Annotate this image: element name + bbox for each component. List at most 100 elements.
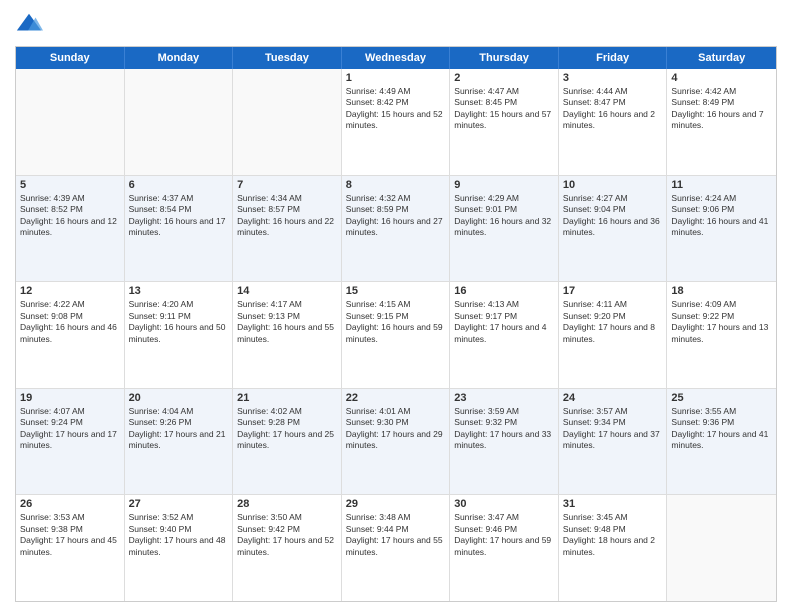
day-info: Sunrise: 3:59 AMSunset: 9:32 PMDaylight:… [454, 406, 554, 452]
day-cell-21: 21Sunrise: 4:02 AMSunset: 9:28 PMDayligh… [233, 389, 342, 495]
day-cell-27: 27 Sunrise: 3:52 AMSunset: 9:40 PMDayligh… [125, 495, 234, 601]
header-day-sunday: Sunday [16, 47, 125, 69]
day-number: 26 [20, 498, 120, 510]
day-cell-10: 10 Sunrise: 4:27 AMSunset: 9:04 PMDayligh… [559, 176, 668, 282]
day-info: Sunrise: 3:52 AMSunset: 9:40 PMDaylight:… [129, 512, 229, 558]
day-number: 15 [346, 285, 446, 297]
day-cell-2: 2 Sunrise: 4:47 AMSunset: 8:45 PMDaylight… [450, 69, 559, 175]
week-row-1: 1 Sunrise: 4:49 AMSunset: 8:42 PMDaylight… [16, 69, 776, 176]
day-cell-31: 31 Sunrise: 3:45 AMSunset: 9:48 PMDayligh… [559, 495, 668, 601]
week-row-5: 26 Sunrise: 3:53 AMSunset: 9:38 PMDayligh… [16, 495, 776, 601]
logo-icon [15, 10, 43, 38]
day-info: Sunrise: 4:37 AMSunset: 8:54 PMDaylight:… [129, 193, 229, 239]
day-info: Sunrise: 4:09 AMSunset: 9:22 PMDaylight:… [671, 299, 772, 345]
header-day-thursday: Thursday [450, 47, 559, 69]
day-info: Sunrise: 4:01 AMSunset: 9:30 PMDaylight:… [346, 406, 446, 452]
day-info: Sunrise: 4:04 AMSunset: 9:26 PMDaylight:… [129, 406, 229, 452]
day-number: 30 [454, 498, 554, 510]
day-info: Sunrise: 4:42 AMSunset: 8:49 PMDaylight:… [671, 86, 772, 132]
day-cell-23: 23 Sunrise: 3:59 AMSunset: 9:32 PMDayligh… [450, 389, 559, 495]
day-info: Sunrise: 4:17 AMSunset: 9:13 PMDaylight:… [237, 299, 337, 345]
day-cell-26: 26 Sunrise: 3:53 AMSunset: 9:38 PMDayligh… [16, 495, 125, 601]
day-number: 17 [563, 285, 663, 297]
day-info: Sunrise: 4:22 AMSunset: 9:08 PMDaylight:… [20, 299, 120, 345]
day-number: 21 [237, 392, 337, 404]
day-info: Sunrise: 3:45 AMSunset: 9:48 PMDaylight:… [563, 512, 663, 558]
day-info: Sunrise: 4:29 AMSunset: 9:01 PMDaylight:… [454, 193, 554, 239]
day-number: 18 [671, 285, 772, 297]
day-cell-8: 8 Sunrise: 4:32 AMSunset: 8:59 PMDaylight… [342, 176, 451, 282]
day-cell-20: 20 Sunrise: 4:04 AMSunset: 9:26 PMDayligh… [125, 389, 234, 495]
day-cell-14: 14 Sunrise: 4:17 AMSunset: 9:13 PMDayligh… [233, 282, 342, 388]
day-info: Sunrise: 4:47 AMSunset: 8:45 PMDaylight:… [454, 86, 554, 132]
header-day-tuesday: Tuesday [233, 47, 342, 69]
day-cell-28: 28 Sunrise: 3:50 AMSunset: 9:42 PMDayligh… [233, 495, 342, 601]
day-cell-13: 13Sunrise: 4:20 AMSunset: 9:11 PMDayligh… [125, 282, 234, 388]
day-number: 5 [20, 179, 120, 191]
day-number: 1 [346, 72, 446, 84]
day-number: 22 [346, 392, 446, 404]
day-number: 16 [454, 285, 554, 297]
logo [15, 10, 47, 38]
day-number: 23 [454, 392, 554, 404]
day-cell-19: 19 Sunrise: 4:07 AMSunset: 9:24 PMDayligh… [16, 389, 125, 495]
header-day-wednesday: Wednesday [342, 47, 451, 69]
day-info: Sunrise: 4:20 AMSunset: 9:11 PMDaylight:… [129, 299, 229, 345]
page: SundayMondayTuesdayWednesdayThursdayFrid… [0, 0, 792, 612]
day-number: 31 [563, 498, 663, 510]
day-cell-12: 12 Sunrise: 4:22 AMSunset: 9:08 PMDayligh… [16, 282, 125, 388]
day-info: Sunrise: 4:24 AMSunset: 9:06 PMDaylight:… [671, 193, 772, 239]
day-cell-4: 4 Sunrise: 4:42 AMSunset: 8:49 PMDaylight… [667, 69, 776, 175]
day-number: 25 [671, 392, 772, 404]
day-info: Sunrise: 4:34 AMSunset: 8:57 PMDaylight:… [237, 193, 337, 239]
day-number: 14 [237, 285, 337, 297]
day-cell-18: 18 Sunrise: 4:09 AMSunset: 9:22 PMDayligh… [667, 282, 776, 388]
day-cell-29: 29 Sunrise: 3:48 AMSunset: 9:44 PMDayligh… [342, 495, 451, 601]
day-info: Sunrise: 4:27 AMSunset: 9:04 PMDaylight:… [563, 193, 663, 239]
day-cell-15: 15 Sunrise: 4:15 AMSunset: 9:15 PMDayligh… [342, 282, 451, 388]
day-cell-1: 1 Sunrise: 4:49 AMSunset: 8:42 PMDaylight… [342, 69, 451, 175]
day-info: Sunrise: 4:13 AMSunset: 9:17 PMDaylight:… [454, 299, 554, 345]
day-cell-30: 30 Sunrise: 3:47 AMSunset: 9:46 PMDayligh… [450, 495, 559, 601]
day-cell-3: 3Sunrise: 4:44 AMSunset: 8:47 PMDaylight… [559, 69, 668, 175]
day-number: 29 [346, 498, 446, 510]
day-number: 27 [129, 498, 229, 510]
day-cell-25: 25Sunrise: 3:55 AMSunset: 9:36 PMDayligh… [667, 389, 776, 495]
day-info: Sunrise: 3:53 AMSunset: 9:38 PMDaylight:… [20, 512, 120, 558]
day-number: 6 [129, 179, 229, 191]
empty-cell [16, 69, 125, 175]
day-info: Sunrise: 3:48 AMSunset: 9:44 PMDaylight:… [346, 512, 446, 558]
day-number: 11 [671, 179, 772, 191]
day-number: 19 [20, 392, 120, 404]
day-cell-5: 5Sunrise: 4:39 AMSunset: 8:52 PMDaylight… [16, 176, 125, 282]
day-info: Sunrise: 4:11 AMSunset: 9:20 PMDaylight:… [563, 299, 663, 345]
day-cell-11: 11 Sunrise: 4:24 AMSunset: 9:06 PMDayligh… [667, 176, 776, 282]
day-cell-24: 24Sunrise: 3:57 AMSunset: 9:34 PMDayligh… [559, 389, 668, 495]
day-info: Sunrise: 3:57 AMSunset: 9:34 PMDaylight:… [563, 406, 663, 452]
day-number: 4 [671, 72, 772, 84]
day-cell-22: 22 Sunrise: 4:01 AMSunset: 9:30 PMDayligh… [342, 389, 451, 495]
empty-cell [125, 69, 234, 175]
day-number: 28 [237, 498, 337, 510]
day-number: 20 [129, 392, 229, 404]
calendar: SundayMondayTuesdayWednesdayThursdayFrid… [15, 46, 777, 602]
day-number: 9 [454, 179, 554, 191]
day-cell-7: 7 Sunrise: 4:34 AMSunset: 8:57 PMDaylight… [233, 176, 342, 282]
day-info: Sunrise: 3:50 AMSunset: 9:42 PMDaylight:… [237, 512, 337, 558]
day-info: Sunrise: 4:15 AMSunset: 9:15 PMDaylight:… [346, 299, 446, 345]
day-info: Sunrise: 3:47 AMSunset: 9:46 PMDaylight:… [454, 512, 554, 558]
day-info: Sunrise: 4:49 AMSunset: 8:42 PMDaylight:… [346, 86, 446, 132]
day-number: 2 [454, 72, 554, 84]
day-number: 8 [346, 179, 446, 191]
day-number: 10 [563, 179, 663, 191]
header-day-friday: Friday [559, 47, 668, 69]
calendar-header: SundayMondayTuesdayWednesdayThursdayFrid… [16, 47, 776, 69]
header-day-monday: Monday [125, 47, 234, 69]
day-cell-6: 6 Sunrise: 4:37 AMSunset: 8:54 PMDaylight… [125, 176, 234, 282]
day-info: Sunrise: 4:32 AMSunset: 8:59 PMDaylight:… [346, 193, 446, 239]
week-row-4: 19 Sunrise: 4:07 AMSunset: 9:24 PMDayligh… [16, 389, 776, 496]
day-number: 7 [237, 179, 337, 191]
day-cell-9: 9 Sunrise: 4:29 AMSunset: 9:01 PMDaylight… [450, 176, 559, 282]
day-info: Sunrise: 4:07 AMSunset: 9:24 PMDaylight:… [20, 406, 120, 452]
day-number: 12 [20, 285, 120, 297]
